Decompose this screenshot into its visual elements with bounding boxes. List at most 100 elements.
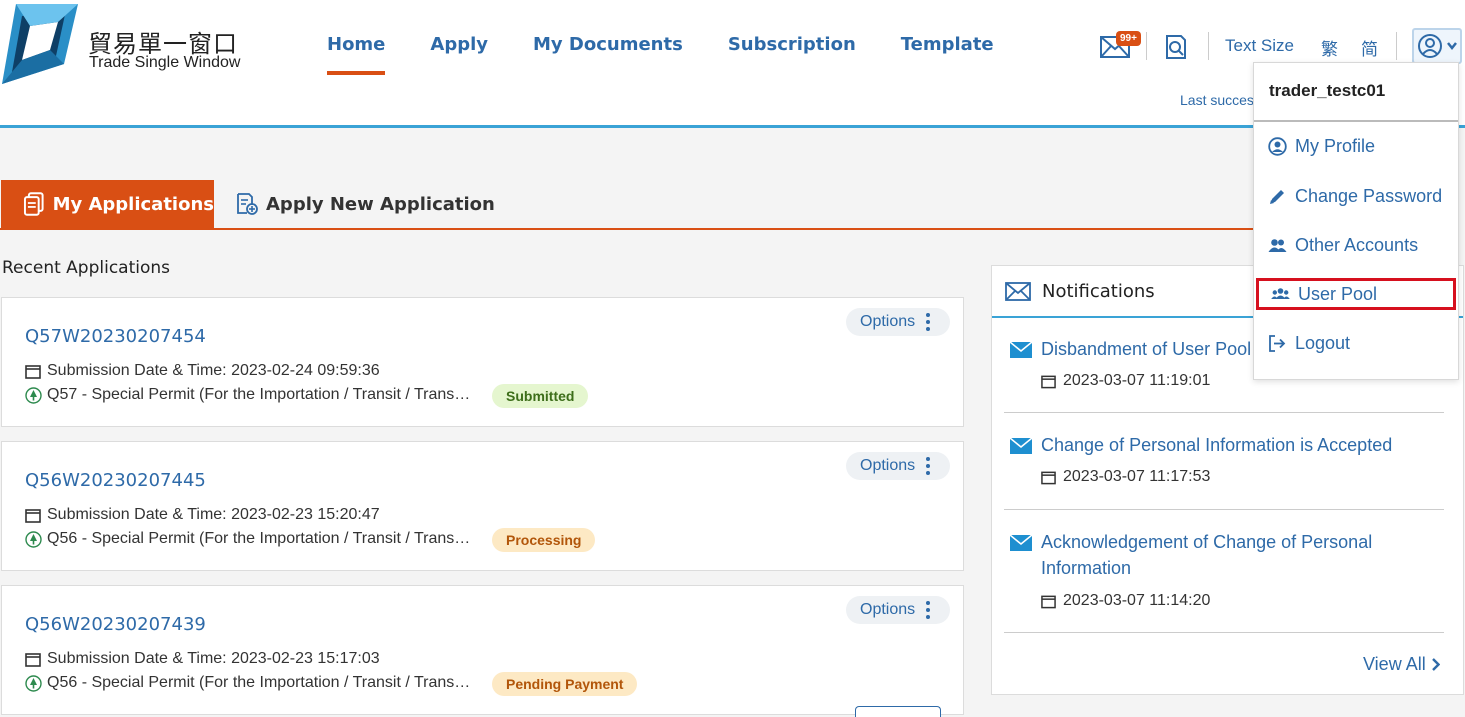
main-nav: Home Apply My Documents Subscription Tem… [327, 34, 1039, 76]
mail-icon [1010, 535, 1032, 551]
notification-date-text: 2023-03-07 11:19:01 [1063, 372, 1211, 389]
menu-item-other-accounts[interactable]: Other Accounts [1256, 229, 1456, 261]
options-label: Options [860, 313, 916, 330]
menu-item-change-password[interactable]: Change Password [1256, 180, 1456, 212]
chevron-right-icon [1431, 658, 1440, 671]
tsw-logo-icon [2, 4, 78, 84]
lang-simplified-button[interactable]: 简 [1361, 35, 1378, 60]
kebab-icon [926, 457, 930, 475]
calendar-icon [25, 364, 41, 379]
menu-item-logout[interactable]: Logout [1256, 327, 1456, 359]
notification-date-text: 2023-03-07 11:17:53 [1063, 468, 1211, 485]
top-header: 貿易單一窗口 Trade Single Window Home Apply My… [0, 0, 1465, 128]
nav-home[interactable]: Home [327, 34, 386, 76]
document-search-icon [1166, 35, 1186, 59]
options-label: Options [860, 457, 916, 474]
calendar-icon [1041, 595, 1056, 608]
unread-badge: 99+ [1116, 31, 1141, 46]
pencil-icon [1270, 189, 1284, 204]
submission-date-text: Submission Date & Time: 2023-02-24 09:59… [47, 362, 380, 379]
tsw-logo[interactable]: 貿易單一窗口 Trade Single Window [0, 0, 250, 90]
notification-item: Acknowledgement of Change of Personal In… [1004, 529, 1444, 633]
application-id-link[interactable]: Q57W20230207454 [25, 326, 206, 347]
users-icon [1268, 238, 1287, 252]
divider [1396, 32, 1397, 60]
options-button[interactable]: Options [846, 308, 950, 336]
application-id-link[interactable]: Q56W20230207439 [25, 614, 206, 635]
nav-apply[interactable]: Apply [430, 34, 488, 76]
divider [1146, 32, 1147, 60]
application-type-text: Q56 - Special Permit (For the Importatio… [47, 674, 479, 691]
notification-link[interactable]: Change of Personal Information is Accept… [1041, 432, 1431, 458]
calendar-icon [25, 652, 41, 667]
envelope-icon [1005, 282, 1031, 301]
application-card: Q56W20230207439 Options Submission Date … [1, 585, 964, 715]
tree-icon [25, 386, 42, 404]
options-button[interactable]: Options [846, 452, 950, 480]
nav-subscription[interactable]: Subscription [728, 34, 856, 76]
notifications-title: Notifications [1042, 281, 1155, 302]
application-type-text: Q57 - Special Permit (For the Importatio… [47, 386, 479, 403]
application-type: Q56 - Special Permit (For the Importatio… [25, 530, 479, 548]
divider [1208, 32, 1209, 60]
tree-icon [25, 530, 42, 548]
application-type: Q56 - Special Permit (For the Importatio… [25, 674, 479, 692]
nav-my-documents[interactable]: My Documents [533, 34, 683, 76]
kebab-icon [926, 601, 930, 619]
tab-my-applications[interactable]: My Applications [1, 180, 214, 228]
status-badge: Pending Payment [492, 672, 638, 696]
submission-date: Submission Date & Time: 2023-02-24 09:59… [25, 362, 380, 380]
application-type-text: Q56 - Special Permit (For the Importatio… [47, 530, 479, 547]
application-card: Q56W20230207445 Options Submission Date … [1, 441, 964, 571]
application-id-link[interactable]: Q56W20230207445 [25, 470, 206, 491]
menu-item-label: My Profile [1295, 135, 1376, 156]
user-group-icon [1271, 288, 1290, 299]
last-login-text: Last succes [1180, 92, 1254, 108]
notification-date-text: 2023-03-07 11:14:20 [1063, 592, 1211, 609]
menu-item-label: User Pool [1298, 283, 1378, 304]
view-all-link[interactable]: View All [1363, 654, 1440, 675]
new-document-icon [237, 193, 258, 215]
menu-item-label: Logout [1295, 332, 1351, 353]
notification-item: Change of Personal Information is Accept… [1004, 432, 1444, 510]
lang-traditional-button[interactable]: 繁 [1321, 35, 1338, 60]
text-size-button[interactable]: Text Size [1225, 36, 1294, 56]
messages-button[interactable]: 99+ [1100, 31, 1141, 58]
dropdown-username: trader_testc01 [1269, 81, 1386, 100]
notification-link[interactable]: Acknowledgement of Change of Personal In… [1041, 529, 1431, 581]
recent-applications-heading: Recent Applications [2, 258, 170, 278]
options-label: Options [860, 601, 916, 618]
options-button[interactable]: Options [846, 596, 950, 624]
tab-apply-new-application[interactable]: Apply New Application [236, 180, 495, 228]
tree-icon [25, 674, 42, 692]
nav-template[interactable]: Template [901, 34, 994, 76]
tab-apply-new-label: Apply New Application [266, 193, 495, 215]
user-dropdown-menu: trader_testc01 My Profile Change Passwor… [1253, 62, 1459, 380]
divider [1254, 120, 1458, 122]
menu-item-my-profile[interactable]: My Profile [1256, 130, 1456, 162]
application-card: Q57W20230207454 Options Submission Date … [1, 297, 964, 427]
search-document-button[interactable] [1164, 34, 1188, 60]
menu-item-user-pool[interactable]: User Pool [1256, 278, 1456, 310]
application-type: Q57 - Special Permit (For the Importatio… [25, 386, 479, 404]
mail-icon [1010, 342, 1032, 358]
submission-date-text: Submission Date & Time: 2023-02-23 15:17… [47, 650, 380, 667]
calendar-icon [25, 508, 41, 523]
user-circle-icon [1268, 136, 1287, 156]
application-tabs: My Applications Apply New Application [0, 180, 1260, 230]
partial-button[interactable] [855, 706, 941, 717]
submission-date: Submission Date & Time: 2023-02-23 15:20… [25, 506, 380, 524]
view-all-label: View All [1363, 654, 1426, 674]
logout-icon [1269, 334, 1286, 352]
menu-item-label: Other Accounts [1295, 234, 1419, 255]
calendar-icon [1041, 375, 1056, 388]
user-menu-button[interactable] [1412, 28, 1462, 64]
status-badge: Processing [492, 528, 596, 552]
submission-date: Submission Date & Time: 2023-02-23 15:17… [25, 650, 380, 668]
notification-date: 2023-03-07 11:14:20 [1041, 592, 1210, 610]
status-badge: Submitted [492, 384, 589, 408]
menu-item-label: Change Password [1295, 185, 1443, 206]
notification-date: 2023-03-07 11:17:53 [1041, 468, 1210, 486]
kebab-icon [926, 313, 930, 331]
notification-date: 2023-03-07 11:19:01 [1041, 372, 1210, 390]
